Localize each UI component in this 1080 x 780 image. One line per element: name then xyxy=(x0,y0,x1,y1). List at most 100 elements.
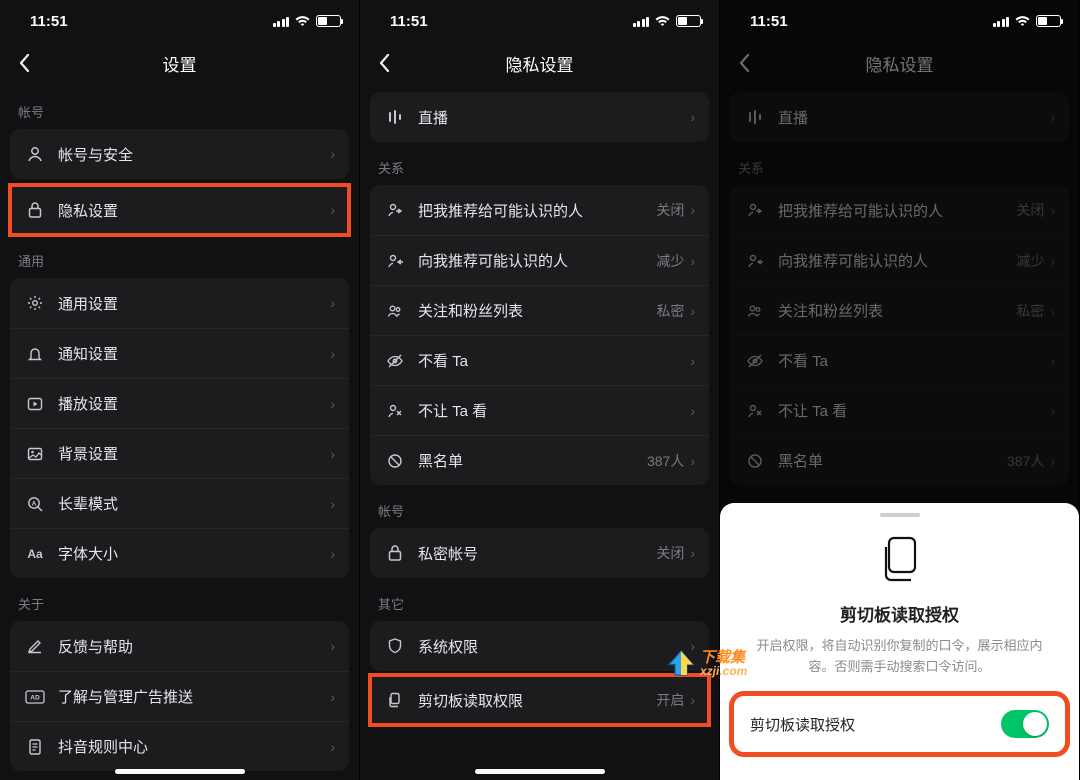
battery-icon xyxy=(316,15,341,27)
svg-text:A: A xyxy=(32,500,37,507)
row-feedback[interactable]: 反馈与帮助 › xyxy=(10,621,349,671)
status-icons xyxy=(273,15,342,27)
row-recommend-to-me[interactable]: 向我推荐可能认识的人 减少 › xyxy=(370,235,709,285)
navbar: 隐私设置 xyxy=(360,40,719,86)
row-value: 私密 xyxy=(656,301,684,321)
row-elder-mode[interactable]: A 长辈模式 › xyxy=(10,478,349,528)
chevron-right-icon: › xyxy=(690,303,695,319)
chevron-right-icon: › xyxy=(690,692,695,708)
row-follow-list[interactable]: 关注和粉丝列表 私密 › xyxy=(370,285,709,335)
home-indicator[interactable] xyxy=(115,769,245,774)
play-icon xyxy=(24,395,46,413)
gear-icon xyxy=(24,294,46,312)
row-label: 背景设置 xyxy=(58,443,330,464)
row-label: 字体大小 xyxy=(58,543,330,564)
cellular-icon xyxy=(273,16,290,27)
row-sys-perm[interactable]: 系统权限 › xyxy=(370,621,709,671)
chevron-right-icon: › xyxy=(330,396,335,412)
list-relation: 把我推荐给可能认识的人 关闭 › 向我推荐可能认识的人 减少 › 关注和粉丝列表… xyxy=(370,185,709,485)
image-icon xyxy=(24,445,46,463)
row-label: 关注和粉丝列表 xyxy=(418,300,656,321)
row-label: 帐号与安全 xyxy=(58,144,330,165)
row-background[interactable]: 背景设置 › xyxy=(10,428,349,478)
status-time: 11:51 xyxy=(390,13,428,30)
row-value: 关闭 xyxy=(656,200,684,220)
chevron-right-icon: › xyxy=(330,446,335,462)
chevron-right-icon: › xyxy=(330,346,335,362)
chevron-right-icon: › xyxy=(690,403,695,419)
row-rules[interactable]: 抖音规则中心 › xyxy=(10,721,349,771)
clipboard-icon xyxy=(384,691,406,709)
list-account: 私密帐号 关闭 › xyxy=(370,528,709,578)
home-indicator[interactable] xyxy=(475,769,605,774)
watermark-site: xzji.com xyxy=(700,665,747,677)
status-time: 11:51 xyxy=(750,13,788,30)
row-not-see-ta[interactable]: 不看 Ta › xyxy=(370,335,709,385)
arrow-icon xyxy=(666,648,696,678)
watermark-brand: 下载集 xyxy=(700,650,747,665)
row-font-size[interactable]: Aa 字体大小 › xyxy=(10,528,349,578)
row-label: 不看 Ta xyxy=(418,350,690,371)
row-ta-not-see[interactable]: 不让 Ta 看 › xyxy=(370,385,709,435)
users-icon xyxy=(384,302,406,320)
battery-icon xyxy=(676,15,701,27)
status-icons xyxy=(993,15,1062,27)
row-value: 387人 xyxy=(647,451,684,471)
section-about: 关于 xyxy=(0,578,359,621)
row-clipboard-highlighted[interactable]: 剪切板读取权限 开启 › xyxy=(370,675,709,725)
row-blacklist[interactable]: 黑名单 387人 › xyxy=(370,435,709,485)
status-bar: 11:51 xyxy=(0,0,359,40)
magnify-a-icon: A xyxy=(24,495,46,513)
chevron-right-icon: › xyxy=(330,638,335,654)
clipboard-large-icon xyxy=(873,533,927,587)
chevron-right-icon: › xyxy=(690,109,695,125)
row-label: 直播 xyxy=(418,107,690,128)
back-button[interactable] xyxy=(378,53,390,73)
row-live[interactable]: 直播 › xyxy=(370,92,709,142)
chevron-right-icon: › xyxy=(690,202,695,218)
row-ads[interactable]: AD 了解与管理广告推送 › xyxy=(10,671,349,721)
sheet-description: 开启权限，将自动识别你复制的口令，展示相应内容。否则需手动搜索口令访问。 xyxy=(720,636,1079,678)
sheet-title: 剪切板读取授权 xyxy=(720,601,1079,626)
row-playback[interactable]: 播放设置 › xyxy=(10,378,349,428)
ban-icon xyxy=(384,452,406,470)
font-icon: Aa xyxy=(24,547,46,561)
chevron-right-icon: › xyxy=(690,453,695,469)
row-label: 系统权限 xyxy=(418,636,690,657)
section-other: 其它 xyxy=(360,578,719,621)
chevron-right-icon: › xyxy=(330,496,335,512)
wifi-icon xyxy=(1014,15,1031,27)
row-private-account[interactable]: 私密帐号 关闭 › xyxy=(370,528,709,578)
svg-text:AD: AD xyxy=(30,694,40,701)
clipboard-toggle[interactable] xyxy=(1001,710,1049,738)
status-bar: 11:51 xyxy=(720,0,1079,40)
row-account-security[interactable]: 帐号与安全 › xyxy=(10,129,349,179)
row-recommend-me[interactable]: 把我推荐给可能认识的人 关闭 › xyxy=(370,185,709,235)
row-label: 通用设置 xyxy=(58,293,330,314)
back-button[interactable] xyxy=(18,53,30,73)
row-privacy-highlighted[interactable]: 隐私设置 › xyxy=(10,185,349,235)
status-icons xyxy=(633,15,702,27)
lock-icon xyxy=(24,201,46,219)
user-block-icon xyxy=(384,402,406,420)
row-general[interactable]: 通用设置 › xyxy=(10,278,349,328)
section-relation: 关系 xyxy=(360,142,719,185)
row-value: 减少 xyxy=(656,251,684,271)
chevron-right-icon: › xyxy=(330,546,335,562)
bars-icon xyxy=(384,110,406,124)
cellular-icon xyxy=(993,16,1010,27)
row-label: 长辈模式 xyxy=(58,493,330,514)
shield-icon xyxy=(384,637,406,655)
row-label: 剪切板读取权限 xyxy=(418,690,656,711)
row-value: 关闭 xyxy=(656,543,684,563)
list-other: 系统权限 › xyxy=(370,621,709,671)
pencil-icon xyxy=(24,637,46,655)
sheet-grabber[interactable] xyxy=(880,513,920,517)
lock-icon xyxy=(384,544,406,562)
chevron-right-icon: › xyxy=(330,202,335,218)
section-account: 帐号 xyxy=(0,86,359,129)
user-recv-icon xyxy=(384,252,406,270)
status-bar: 11:51 xyxy=(360,0,719,40)
row-notification[interactable]: 通知设置 › xyxy=(10,328,349,378)
row-label: 抖音规则中心 xyxy=(58,736,330,757)
